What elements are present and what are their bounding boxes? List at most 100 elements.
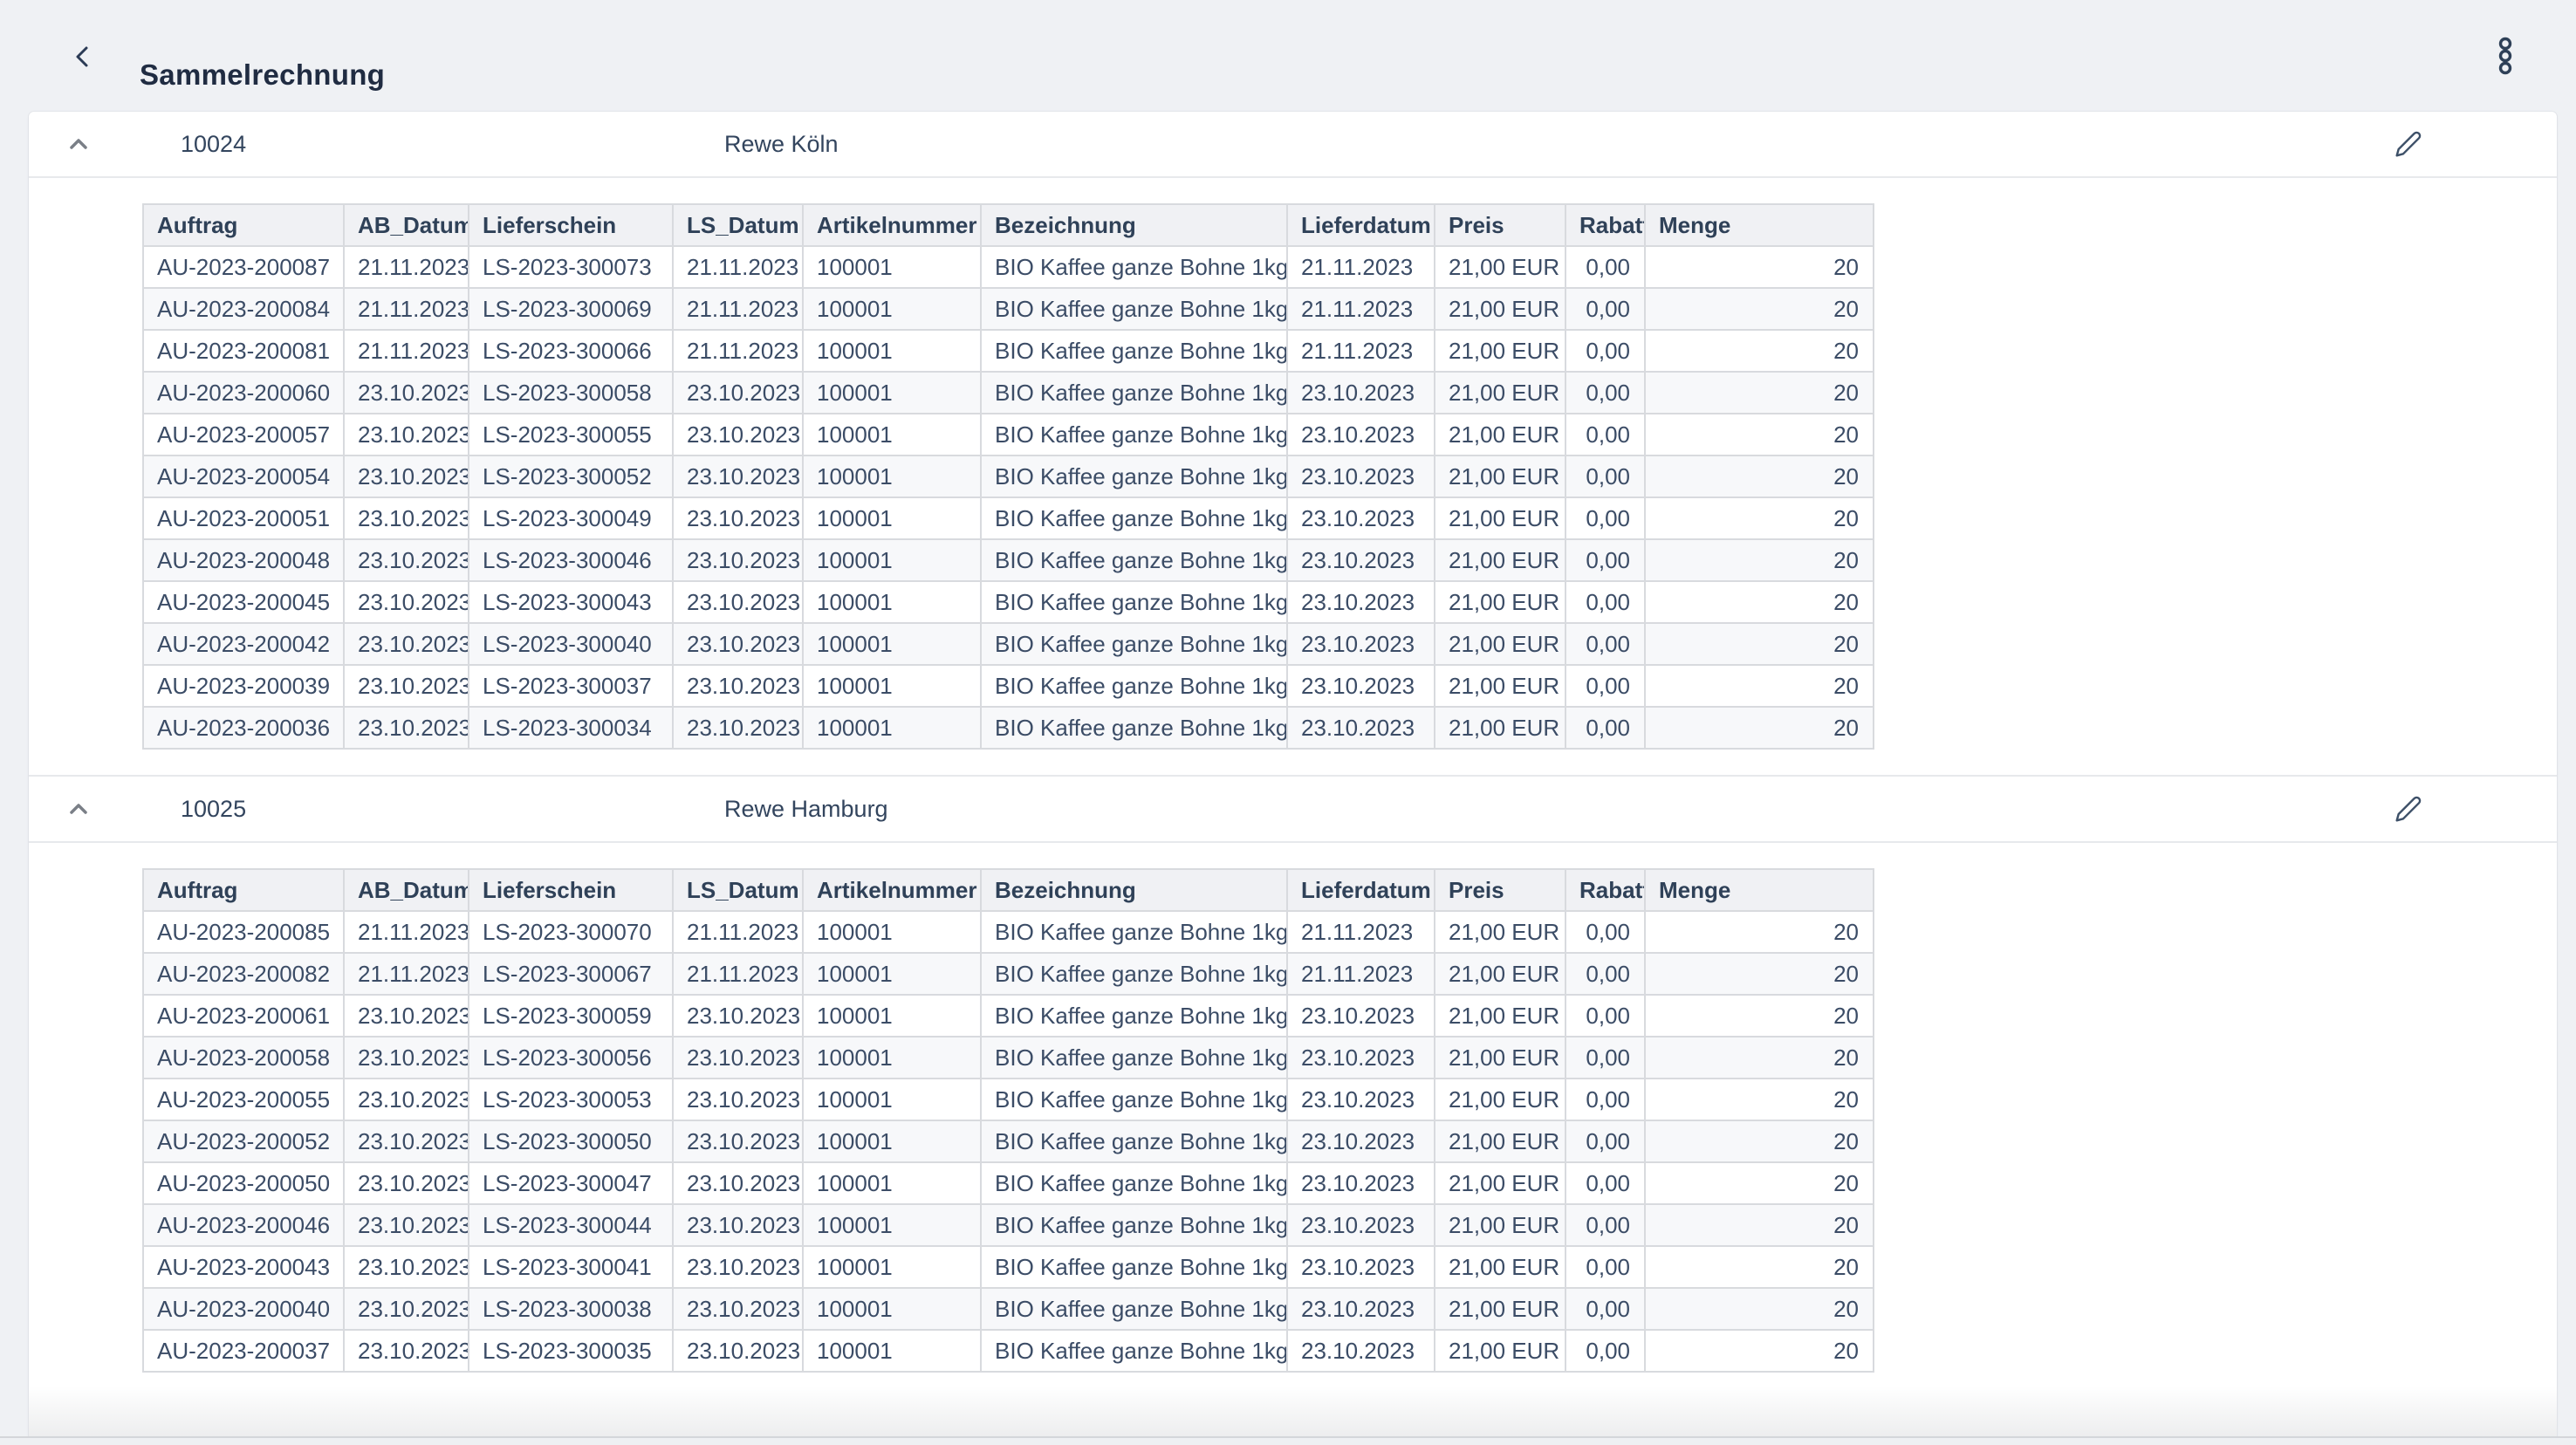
cell-preis: 21,00 EUR	[1435, 455, 1565, 497]
cell-auftrag: AU-2023-200040	[143, 1288, 344, 1330]
cell-ab_datum: 23.10.2023	[344, 1288, 469, 1330]
cell-preis: 21,00 EUR	[1435, 623, 1565, 665]
cell-bezeichnung: BIO Kaffee ganze Bohne 1kg	[981, 497, 1287, 539]
cell-ls_datum: 23.10.2023	[673, 1120, 803, 1162]
cell-preis: 21,00 EUR	[1435, 1162, 1565, 1204]
column-header-bezeichnung: Bezeichnung	[981, 869, 1287, 911]
table-row: AU-2023-20004223.10.2023LS-2023-30004023…	[143, 623, 1874, 665]
cell-auftrag: AU-2023-200058	[143, 1037, 344, 1079]
cell-ab_datum: 23.10.2023	[344, 1204, 469, 1246]
cell-bezeichnung: BIO Kaffee ganze Bohne 1kg	[981, 707, 1287, 749]
cell-lieferschein: LS-2023-300067	[469, 953, 673, 995]
table-row: AU-2023-20003723.10.2023LS-2023-30003523…	[143, 1330, 1874, 1372]
table-row: AU-2023-20008721.11.2023LS-2023-30007321…	[143, 246, 1874, 288]
cell-auftrag: AU-2023-200081	[143, 330, 344, 372]
cell-preis: 21,00 EUR	[1435, 539, 1565, 581]
column-header-ls_datum: LS_Datum	[673, 204, 803, 246]
cell-bezeichnung: BIO Kaffee ganze Bohne 1kg	[981, 414, 1287, 455]
cell-lieferschein: LS-2023-300059	[469, 995, 673, 1037]
cell-menge: 20	[1645, 953, 1874, 995]
cell-lieferschein: LS-2023-300044	[469, 1204, 673, 1246]
cell-artikelnummer: 100001	[803, 1120, 981, 1162]
cell-lieferschein: LS-2023-300049	[469, 497, 673, 539]
cell-bezeichnung: BIO Kaffee ganze Bohne 1kg	[981, 372, 1287, 414]
cell-auftrag: AU-2023-200048	[143, 539, 344, 581]
cell-artikelnummer: 100001	[803, 995, 981, 1037]
column-header-menge: Menge	[1645, 869, 1874, 911]
chevron-up-icon	[65, 796, 92, 822]
cell-ab_datum: 21.11.2023	[344, 911, 469, 953]
cell-preis: 21,00 EUR	[1435, 1204, 1565, 1246]
cell-bezeichnung: BIO Kaffee ganze Bohne 1kg	[981, 1246, 1287, 1288]
cell-artikelnummer: 100001	[803, 1162, 981, 1204]
cell-artikelnummer: 100001	[803, 414, 981, 455]
cell-lieferdatum: 23.10.2023	[1287, 1288, 1435, 1330]
cell-lieferdatum: 23.10.2023	[1287, 1120, 1435, 1162]
cell-lieferschein: LS-2023-300056	[469, 1037, 673, 1079]
table-row: AU-2023-20008221.11.2023LS-2023-30006721…	[143, 953, 1874, 995]
cell-menge: 20	[1645, 1079, 1874, 1120]
cell-menge: 20	[1645, 414, 1874, 455]
cell-auftrag: AU-2023-200036	[143, 707, 344, 749]
cell-bezeichnung: BIO Kaffee ganze Bohne 1kg	[981, 1330, 1287, 1372]
cell-ab_datum: 23.10.2023	[344, 414, 469, 455]
cell-ls_datum: 23.10.2023	[673, 539, 803, 581]
cell-rabatt: 0,00	[1565, 330, 1645, 372]
cell-ab_datum: 23.10.2023	[344, 665, 469, 707]
table-row: AU-2023-20006023.10.2023LS-2023-30005823…	[143, 372, 1874, 414]
cell-ls_datum: 23.10.2023	[673, 1330, 803, 1372]
cell-auftrag: AU-2023-200085	[143, 911, 344, 953]
overflow-menu-button[interactable]	[2490, 36, 2520, 76]
cell-menge: 20	[1645, 911, 1874, 953]
cell-ls_datum: 23.10.2023	[673, 497, 803, 539]
cell-rabatt: 0,00	[1565, 497, 1645, 539]
cell-lieferschein: LS-2023-300037	[469, 665, 673, 707]
customer-name: Rewe Köln	[724, 112, 839, 176]
cell-lieferschein: LS-2023-300035	[469, 1330, 673, 1372]
cell-rabatt: 0,00	[1565, 539, 1645, 581]
cell-menge: 20	[1645, 372, 1874, 414]
cell-artikelnummer: 100001	[803, 623, 981, 665]
cell-rabatt: 0,00	[1565, 995, 1645, 1037]
cell-ab_datum: 23.10.2023	[344, 707, 469, 749]
cell-artikelnummer: 100001	[803, 455, 981, 497]
cell-bezeichnung: BIO Kaffee ganze Bohne 1kg	[981, 1288, 1287, 1330]
table-row: AU-2023-20003923.10.2023LS-2023-30003723…	[143, 665, 1874, 707]
cell-auftrag: AU-2023-200060	[143, 372, 344, 414]
cell-artikelnummer: 100001	[803, 497, 981, 539]
cell-ab_datum: 23.10.2023	[344, 1079, 469, 1120]
cell-lieferdatum: 23.10.2023	[1287, 1204, 1435, 1246]
cell-ab_datum: 21.11.2023	[344, 246, 469, 288]
line-items-table: AuftragAB_DatumLieferscheinLS_DatumArtik…	[142, 868, 1874, 1373]
table-row: AU-2023-20005023.10.2023LS-2023-30004723…	[143, 1162, 1874, 1204]
cell-rabatt: 0,00	[1565, 1079, 1645, 1120]
collapse-section-button[interactable]	[65, 796, 92, 822]
table-row: AU-2023-20005823.10.2023LS-2023-30005623…	[143, 1037, 1874, 1079]
cell-ab_datum: 23.10.2023	[344, 1120, 469, 1162]
cell-artikelnummer: 100001	[803, 1079, 981, 1120]
cell-preis: 21,00 EUR	[1435, 288, 1565, 330]
cell-auftrag: AU-2023-200061	[143, 995, 344, 1037]
cell-artikelnummer: 100001	[803, 665, 981, 707]
cell-bezeichnung: BIO Kaffee ganze Bohne 1kg	[981, 1204, 1287, 1246]
cell-bezeichnung: BIO Kaffee ganze Bohne 1kg	[981, 1079, 1287, 1120]
cell-ab_datum: 23.10.2023	[344, 623, 469, 665]
edit-section-button[interactable]	[2394, 795, 2422, 823]
cell-auftrag: AU-2023-200084	[143, 288, 344, 330]
cell-rabatt: 0,00	[1565, 1246, 1645, 1288]
cell-rabatt: 0,00	[1565, 953, 1645, 995]
cell-auftrag: AU-2023-200082	[143, 953, 344, 995]
cell-lieferdatum: 21.11.2023	[1287, 953, 1435, 995]
cell-artikelnummer: 100001	[803, 372, 981, 414]
cell-ab_datum: 23.10.2023	[344, 372, 469, 414]
cell-lieferschein: LS-2023-300046	[469, 539, 673, 581]
cell-ls_datum: 21.11.2023	[673, 953, 803, 995]
cell-menge: 20	[1645, 1204, 1874, 1246]
column-header-preis: Preis	[1435, 869, 1565, 911]
back-button[interactable]	[68, 42, 98, 72]
cell-ls_datum: 23.10.2023	[673, 455, 803, 497]
edit-section-button[interactable]	[2394, 130, 2422, 158]
cell-menge: 20	[1645, 497, 1874, 539]
cell-ls_datum: 23.10.2023	[673, 995, 803, 1037]
collapse-section-button[interactable]	[65, 131, 92, 157]
